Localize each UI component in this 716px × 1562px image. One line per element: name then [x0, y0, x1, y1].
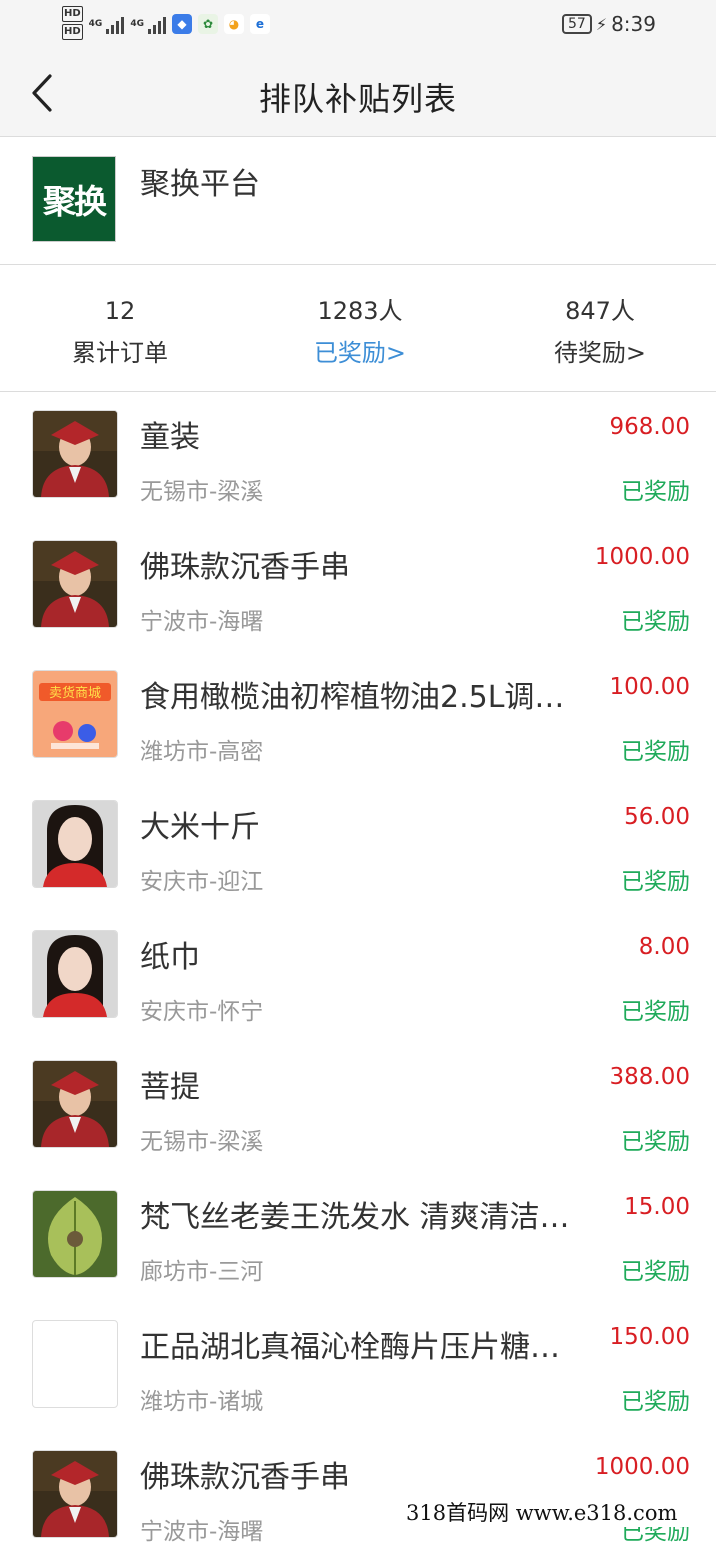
product-title: 佛珠款沉香手串 [140, 1460, 350, 1495]
reward-status: 已奖励 [621, 739, 690, 765]
list-item[interactable]: 菩提无锡市-梁溪 388.00 已奖励 [0, 1042, 716, 1172]
product-location: 安庆市-怀宁 [140, 999, 264, 1025]
product-location: 潍坊市-诸城 [140, 1389, 264, 1415]
subsidy-amount: 8.00 [638, 934, 690, 960]
list-item[interactable]: 卖货商城 食用橄榄油初榨植物油2.5L调… 潍坊市-高密 100.00 已奖励 [0, 652, 716, 782]
network-type-1: 4G [88, 19, 103, 29]
clock: 8:39 [611, 12, 656, 36]
product-location: 廊坊市-三河 [140, 1259, 264, 1285]
product-title: 食用橄榄油初榨植物油2.5L调… [140, 680, 565, 715]
signal-icon [106, 14, 125, 34]
stats-bar: 12 累计订单 1283人 已奖励> 847人 待奖励> [0, 265, 716, 392]
subsidy-amount: 15.00 [624, 1194, 690, 1220]
product-title: 佛珠款沉香手串 [140, 550, 350, 585]
subsidy-amount: 968.00 [609, 414, 690, 440]
battery-icon: 57 [562, 14, 592, 34]
status-right: 57 ⚡ 8:39 [562, 12, 656, 36]
watermark: 318首码网 www.e318.com [380, 1500, 716, 1527]
product-thumbnail [32, 800, 118, 888]
product-location: 潍坊市-高密 [140, 739, 264, 765]
list-item[interactable]: 大米十斤安庆市-迎江 56.00 已奖励 [0, 782, 716, 912]
platform-name: 聚换平台 [140, 167, 260, 202]
product-location: 宁波市-海曙 [140, 1519, 264, 1545]
product-title: 纸巾 [140, 940, 200, 975]
page-title: 排队补贴列表 [258, 80, 457, 118]
stat-total-orders: 12 累计订单 [0, 297, 240, 367]
list-item[interactable]: 佛珠款沉香手串 宁波市-海曙 1000.00 已奖励 [0, 1432, 716, 1562]
list-item[interactable]: 正品湖北真福沁栓酶片压片糖… 潍坊市-诸城 150.00 已奖励 [0, 1302, 716, 1432]
product-location: 无锡市-梁溪 [140, 479, 264, 505]
stat-value: 12 [104, 297, 136, 325]
product-thumbnail [32, 1190, 118, 1278]
list-item[interactable]: 佛珠款沉香手串宁波市-海曙 1000.00 已奖励 [0, 522, 716, 652]
app-notification-icon: ◆ [171, 14, 192, 34]
platform-card[interactable]: 聚换 聚换平台 [0, 137, 716, 265]
product-thumbnail: 卖货商城 [32, 670, 118, 758]
signal-icon [147, 14, 166, 34]
product-title: 大米十斤 [140, 810, 260, 845]
status-bar: HD HD 4G 4G ◆ ✿ ◕ e 57 ⚡ 8:39 [0, 0, 716, 50]
stat-value: 1283人 [317, 297, 403, 325]
list-item[interactable]: 纸巾安庆市-怀宁 8.00 已奖励 [0, 912, 716, 1042]
pending-link[interactable]: 待奖励> [480, 339, 716, 367]
product-thumbnail [32, 1060, 118, 1148]
reward-status: 已奖励 [621, 609, 690, 635]
reward-status: 已奖励 [621, 479, 690, 505]
subsidy-amount: 56.00 [624, 804, 690, 830]
hd-indicator: HD HD [62, 6, 83, 42]
reward-status: 已奖励 [621, 999, 690, 1025]
stat-label: 累计订单 [72, 339, 168, 367]
reward-status: 已奖励 [621, 1389, 690, 1415]
product-title: 菩提 [140, 1070, 200, 1105]
reward-status: 已奖励 [621, 869, 690, 895]
product-thumbnail [32, 1450, 118, 1538]
subsidy-amount: 1000.00 [594, 544, 690, 570]
product-location: 安庆市-迎江 [140, 869, 264, 895]
browser-icon: e [249, 14, 270, 34]
product-thumbnail [32, 930, 118, 1018]
product-location: 无锡市-梁溪 [140, 1129, 264, 1155]
stat-pending[interactable]: 847人 待奖励> [480, 297, 716, 367]
svg-text:卖货商城: 卖货商城 [49, 685, 101, 701]
platform-logo: 聚换 [32, 156, 116, 242]
product-title: 童装 [140, 420, 200, 455]
hd2-label: HD [62, 24, 83, 40]
stat-rewarded[interactable]: 1283人 已奖励> [240, 297, 480, 367]
product-title: 梵飞丝老姜王洗发水 清爽清洁… [140, 1200, 570, 1235]
list-item[interactable]: 童装无锡市-梁溪 968.00 已奖励 [0, 392, 716, 522]
status-left: HD HD 4G 4G ◆ ✿ ◕ e [62, 6, 270, 42]
charging-icon: ⚡ [595, 14, 608, 34]
subsidy-amount: 150.00 [609, 1324, 690, 1350]
product-thumbnail [32, 410, 118, 498]
list-item[interactable]: 梵飞丝老姜王洗发水 清爽清洁… 廊坊市-三河 15.00 已奖励 [0, 1172, 716, 1302]
app-notification-icon: ✿ [197, 14, 218, 34]
subsidy-amount: 100.00 [609, 674, 690, 700]
product-title: 正品湖北真福沁栓酶片压片糖… [140, 1330, 560, 1365]
app-header: 排队补贴列表 [0, 50, 716, 137]
product-thumbnail [32, 540, 118, 628]
stat-value: 847人 [565, 297, 635, 325]
rewarded-link[interactable]: 已奖励> [240, 339, 480, 367]
network-type-2: 4G [130, 19, 144, 29]
hd1-label: HD [62, 6, 83, 22]
product-location: 宁波市-海曙 [140, 609, 264, 635]
subsidy-amount: 388.00 [609, 1064, 690, 1090]
subsidy-amount: 1000.00 [594, 1454, 690, 1480]
reward-status: 已奖励 [621, 1129, 690, 1155]
product-thumbnail [32, 1320, 118, 1408]
app-notification-icon: ◕ [223, 14, 244, 34]
reward-status: 已奖励 [621, 1259, 690, 1285]
